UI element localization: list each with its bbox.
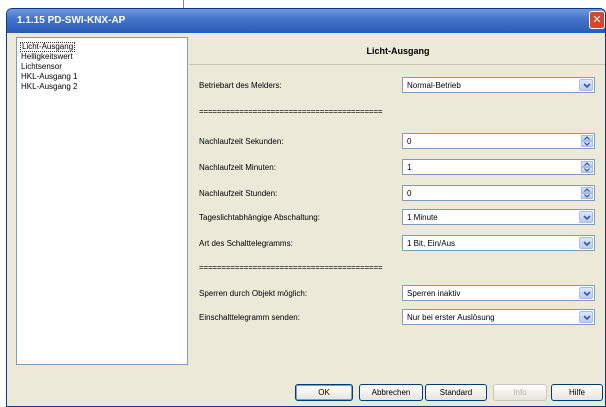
sperren-value: Sperren inaktiv xyxy=(407,289,461,298)
spin-down-button[interactable] xyxy=(581,193,593,199)
einschalt-value: Nur bei erster Auslösung xyxy=(407,313,495,322)
separator-line: ========================================… xyxy=(199,107,383,116)
tageslicht-label: Tageslichtabhängige Abschaltung: xyxy=(199,213,320,222)
betriebsart-label: Betriebart des Melders: xyxy=(199,81,282,90)
background-strip xyxy=(0,0,606,8)
panel-title: Licht-Ausgang xyxy=(189,37,605,65)
spin-down-icon xyxy=(584,194,590,198)
dropdown-button[interactable] xyxy=(579,287,593,299)
info-button: Info xyxy=(493,384,547,401)
nachlauf-stunden-value: 0 xyxy=(407,189,412,198)
schalttelegramm-select[interactable]: 1 Bit, Ein/Aus xyxy=(402,235,595,251)
nachlauf-sekunden-label: Nachlaufzeit Sekunden: xyxy=(199,137,284,146)
cancel-button[interactable]: Abbrechen xyxy=(359,384,423,401)
dropdown-button[interactable] xyxy=(579,211,593,223)
help-button[interactable]: Hilfe xyxy=(551,384,603,401)
parameter-dialog: 1.1.15 PD-SWI-KNX-AP ✕ Licht-Ausgang Hel… xyxy=(6,8,606,407)
nachlauf-stunden-label: Nachlaufzeit Stunden: xyxy=(199,189,278,198)
sidebar-item-lichtsensor[interactable]: Lichtsensor xyxy=(20,62,63,72)
tageslicht-select[interactable]: 1 Minute xyxy=(402,209,595,225)
close-icon: ✕ xyxy=(592,14,602,26)
nachlauf-minuten-input[interactable]: 1 xyxy=(402,159,595,175)
sidebar-item-hkl-ausgang-2[interactable]: HKL-Ausgang 2 xyxy=(20,82,78,92)
standard-button[interactable]: Standard xyxy=(425,384,487,401)
close-button[interactable]: ✕ xyxy=(589,11,605,29)
dropdown-button[interactable] xyxy=(579,79,593,91)
nachlauf-stunden-input[interactable]: 0 xyxy=(402,185,595,201)
sidebar-item-licht-ausgang[interactable]: Licht-Ausgang xyxy=(20,42,76,52)
chevron-down-icon xyxy=(583,315,591,321)
ok-button[interactable]: OK xyxy=(295,384,353,401)
title-bar[interactable]: 1.1.15 PD-SWI-KNX-AP ✕ xyxy=(7,9,605,33)
tageslicht-value: 1 Minute xyxy=(407,213,438,222)
einschalt-label: Einschalttelegramm senden: xyxy=(199,313,300,322)
spin-up-icon xyxy=(584,162,590,166)
spinner[interactable] xyxy=(581,161,593,173)
spin-up-icon xyxy=(584,188,590,192)
chevron-down-icon xyxy=(583,291,591,297)
betriebsart-select[interactable]: Normal-Betrieb xyxy=(402,77,595,93)
parameter-panel: Licht-Ausgang Betriebart des Melders: No… xyxy=(189,37,605,365)
chevron-down-icon xyxy=(583,215,591,221)
nachlauf-sekunden-input[interactable]: 0 xyxy=(402,133,595,149)
sperren-label: Sperren durch Objekt möglich: xyxy=(199,289,308,298)
spin-down-icon xyxy=(584,142,590,146)
sidebar-item-helligkeitswert[interactable]: Helligkeitswert xyxy=(20,52,74,62)
parameter-tree[interactable]: Licht-Ausgang Helligkeitswert Lichtsenso… xyxy=(16,37,188,365)
nachlauf-sekunden-value: 0 xyxy=(407,137,412,146)
chevron-down-icon xyxy=(583,83,591,89)
spinner[interactable] xyxy=(581,135,593,147)
spin-up-icon xyxy=(584,136,590,140)
window-title: 1.1.15 PD-SWI-KNX-AP xyxy=(17,15,126,26)
nachlauf-minuten-value: 1 xyxy=(407,163,412,172)
sidebar-item-hkl-ausgang-1[interactable]: HKL-Ausgang 1 xyxy=(20,72,78,82)
betriebsart-value: Normal-Betrieb xyxy=(407,81,461,90)
einschalt-select[interactable]: Nur bei erster Auslösung xyxy=(402,309,595,325)
nachlauf-minuten-label: Nachlaufzeit Minuten: xyxy=(199,163,276,172)
sperren-select[interactable]: Sperren inaktiv xyxy=(402,285,595,301)
schalttelegramm-value: 1 Bit, Ein/Aus xyxy=(407,239,456,248)
separator-line: ========================================… xyxy=(199,263,383,272)
background-divider xyxy=(183,0,184,8)
spin-down-button[interactable] xyxy=(581,167,593,173)
spin-down-button[interactable] xyxy=(581,141,593,147)
spin-down-icon xyxy=(584,168,590,172)
spinner[interactable] xyxy=(581,187,593,199)
schalttelegramm-label: Art des Schalttelegramms: xyxy=(199,239,293,248)
dropdown-button[interactable] xyxy=(579,311,593,323)
dropdown-button[interactable] xyxy=(579,237,593,249)
chevron-down-icon xyxy=(583,241,591,247)
